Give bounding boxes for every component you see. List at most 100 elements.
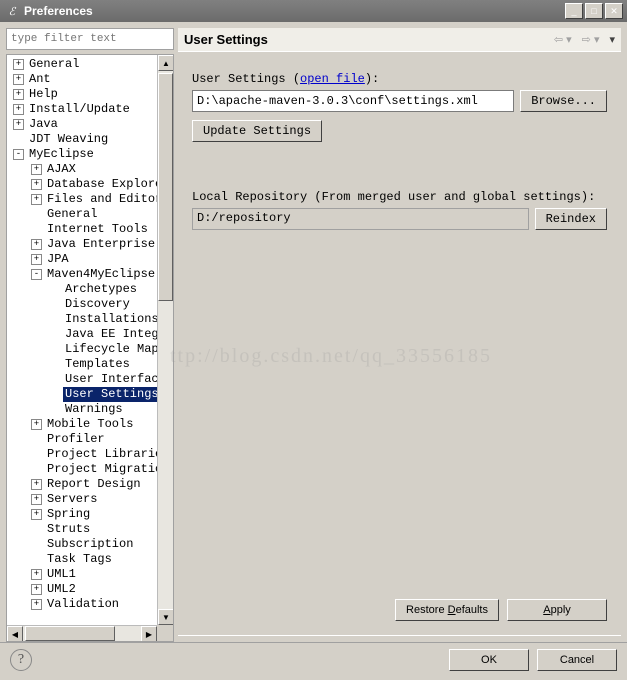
tree-node-label: Files and Editors bbox=[45, 192, 157, 207]
tree-node[interactable]: +JPA bbox=[7, 252, 157, 267]
tree-node[interactable]: +UML2 bbox=[7, 582, 157, 597]
reindex-button[interactable]: Reindex bbox=[535, 208, 607, 230]
expand-icon[interactable]: + bbox=[13, 119, 24, 130]
apply-button[interactable]: Apply bbox=[507, 599, 607, 621]
tree-node[interactable]: Internet Tools bbox=[7, 222, 157, 237]
left-panel: +General+Ant+Help+Install/Update+JavaJDT… bbox=[6, 28, 174, 642]
tree-node-label: Install/Update bbox=[27, 102, 132, 117]
browse-button[interactable]: Browse... bbox=[520, 90, 607, 112]
expand-icon[interactable]: + bbox=[13, 59, 24, 70]
close-button[interactable]: ✕ bbox=[605, 3, 623, 19]
expand-icon[interactable]: + bbox=[31, 164, 42, 175]
tree-node[interactable]: Task Tags bbox=[7, 552, 157, 567]
user-settings-path-input[interactable] bbox=[192, 90, 514, 112]
tree-node[interactable]: +General bbox=[7, 57, 157, 72]
tree-node[interactable]: Discovery bbox=[7, 297, 157, 312]
tree-node[interactable]: +Java Enterprise Pr bbox=[7, 237, 157, 252]
expand-icon[interactable]: + bbox=[13, 104, 24, 115]
open-file-link[interactable]: open file bbox=[300, 72, 365, 86]
tree-node[interactable]: Warnings bbox=[7, 402, 157, 417]
scroll-left-icon[interactable]: ◀ bbox=[7, 626, 23, 642]
tree-node-label: User Interface bbox=[63, 372, 157, 387]
collapse-icon[interactable]: - bbox=[31, 269, 42, 280]
expand-icon[interactable]: + bbox=[31, 479, 42, 490]
tree-node[interactable]: +Help bbox=[7, 87, 157, 102]
tree-node[interactable]: +Report Design bbox=[7, 477, 157, 492]
tree-node[interactable]: Installations bbox=[7, 312, 157, 327]
tree-node[interactable]: Project Libraries bbox=[7, 447, 157, 462]
tree-node-label: General bbox=[27, 57, 81, 72]
tree-node-label: AJAX bbox=[45, 162, 78, 177]
tree-node[interactable]: +Install/Update bbox=[7, 102, 157, 117]
expand-icon[interactable]: + bbox=[31, 569, 42, 580]
tree-node[interactable]: Archetypes bbox=[7, 282, 157, 297]
tree-node[interactable]: +Ant bbox=[7, 72, 157, 87]
tree-node-label: MyEclipse bbox=[27, 147, 96, 162]
expand-icon[interactable]: + bbox=[31, 179, 42, 190]
collapse-icon[interactable]: - bbox=[13, 149, 24, 160]
tree-node-label: Project Migration bbox=[45, 462, 157, 477]
expand-icon[interactable]: + bbox=[31, 509, 42, 520]
tree-node-label: Struts bbox=[45, 522, 92, 537]
expand-icon[interactable]: + bbox=[31, 239, 42, 250]
nav-forward-icon[interactable]: ⇨ ▾ bbox=[582, 33, 600, 46]
tree-node[interactable]: +AJAX bbox=[7, 162, 157, 177]
expand-icon[interactable]: + bbox=[31, 254, 42, 265]
minimize-button[interactable]: _ bbox=[565, 3, 583, 19]
tree-node[interactable]: User Settings bbox=[7, 387, 157, 402]
tree-node[interactable]: +Servers bbox=[7, 492, 157, 507]
expand-icon[interactable]: + bbox=[31, 494, 42, 505]
tree-node[interactable]: Profiler bbox=[7, 432, 157, 447]
tree-node-label: Installations bbox=[63, 312, 157, 327]
filter-input[interactable] bbox=[6, 28, 174, 50]
tree-node[interactable]: JDT Weaving bbox=[7, 132, 157, 147]
page-menu-icon[interactable]: ▾ bbox=[609, 33, 615, 46]
tree-node[interactable]: Lifecycle Mappi bbox=[7, 342, 157, 357]
tree-node-label: JDT Weaving bbox=[27, 132, 110, 147]
tree-node[interactable]: Templates bbox=[7, 357, 157, 372]
scroll-thumb[interactable] bbox=[25, 626, 115, 641]
expand-icon[interactable]: + bbox=[13, 89, 24, 100]
preferences-tree: +General+Ant+Help+Install/Update+JavaJDT… bbox=[6, 54, 174, 642]
tree-node-label: Database Explorer bbox=[45, 177, 157, 192]
tree-node-label: UML1 bbox=[45, 567, 78, 582]
scroll-up-icon[interactable]: ▲ bbox=[158, 55, 174, 71]
help-icon[interactable]: ? bbox=[10, 649, 32, 671]
local-repo-path: D:/repository bbox=[192, 208, 529, 230]
tree-node[interactable]: +Java bbox=[7, 117, 157, 132]
tree-node[interactable]: Subscription bbox=[7, 537, 157, 552]
expand-icon[interactable]: + bbox=[31, 194, 42, 205]
tree-node[interactable]: Struts bbox=[7, 522, 157, 537]
scroll-thumb[interactable] bbox=[158, 73, 173, 301]
cancel-button[interactable]: Cancel bbox=[537, 649, 617, 671]
scroll-right-icon[interactable]: ▶ bbox=[141, 626, 157, 642]
tree-node[interactable]: -MyEclipse bbox=[7, 147, 157, 162]
nav-back-icon[interactable]: ⇦ ▾ bbox=[554, 33, 572, 46]
expand-icon[interactable]: + bbox=[31, 584, 42, 595]
restore-defaults-button[interactable]: Restore Defaults bbox=[395, 599, 499, 621]
tree-node-label: Templates bbox=[63, 357, 132, 372]
tree-node[interactable]: +Mobile Tools bbox=[7, 417, 157, 432]
expand-icon[interactable]: + bbox=[13, 74, 24, 85]
tree-node[interactable]: User Interface bbox=[7, 372, 157, 387]
scroll-down-icon[interactable]: ▼ bbox=[158, 609, 174, 625]
expand-icon[interactable]: + bbox=[31, 599, 42, 610]
tree-node[interactable]: -Maven4MyEclipse bbox=[7, 267, 157, 282]
tree-node[interactable]: +Spring bbox=[7, 507, 157, 522]
tree-node[interactable]: Project Migration bbox=[7, 462, 157, 477]
tree-node-label: Mobile Tools bbox=[45, 417, 135, 432]
tree-node[interactable]: Java EE Integra bbox=[7, 327, 157, 342]
tree-node[interactable]: +UML1 bbox=[7, 567, 157, 582]
ok-button[interactable]: OK bbox=[449, 649, 529, 671]
app-icon: ℰ bbox=[4, 3, 20, 19]
expand-icon[interactable]: + bbox=[31, 419, 42, 430]
tree-node-label: Ant bbox=[27, 72, 53, 87]
maximize-button[interactable]: □ bbox=[585, 3, 603, 19]
tree-horizontal-scrollbar[interactable]: ◀ ▶ bbox=[7, 625, 157, 641]
tree-vertical-scrollbar[interactable]: ▲ ▼ bbox=[157, 55, 173, 625]
tree-node[interactable]: +Files and Editors bbox=[7, 192, 157, 207]
tree-node[interactable]: General bbox=[7, 207, 157, 222]
update-settings-button[interactable]: Update Settings bbox=[192, 120, 322, 142]
tree-node[interactable]: +Validation bbox=[7, 597, 157, 612]
tree-node[interactable]: +Database Explorer bbox=[7, 177, 157, 192]
